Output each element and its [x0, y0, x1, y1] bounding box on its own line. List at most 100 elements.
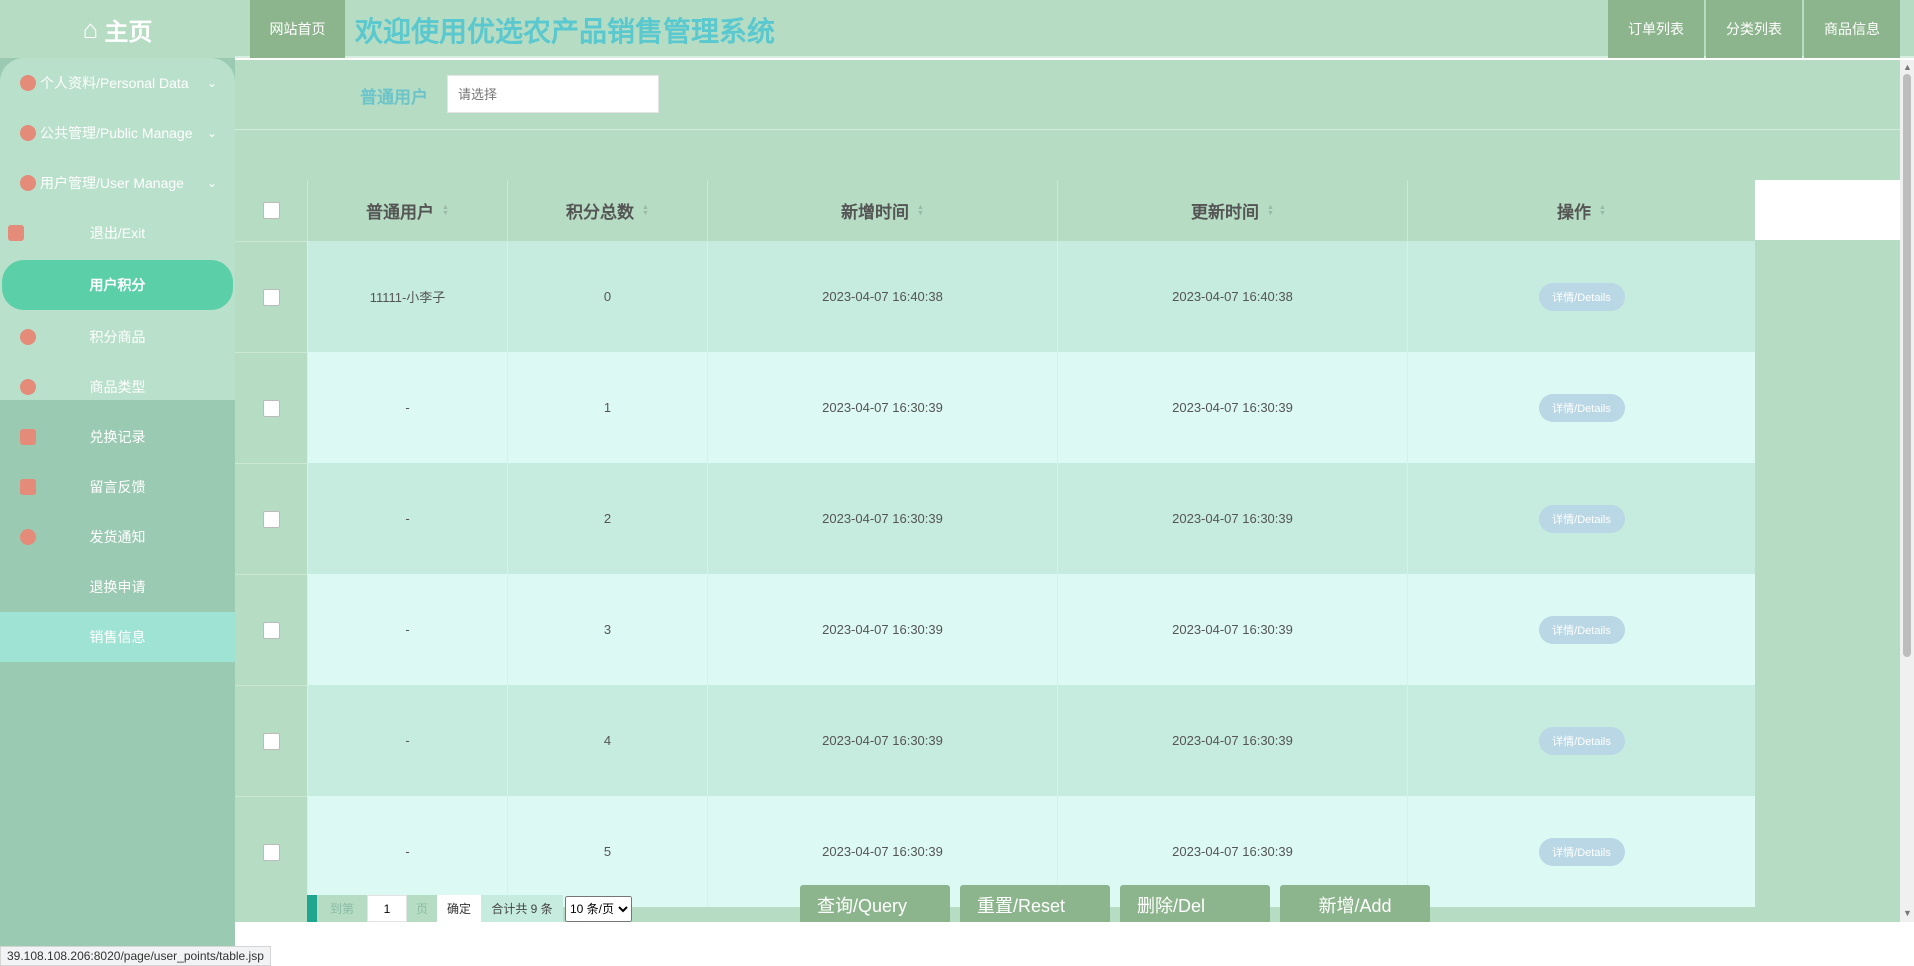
cell-points: 1: [507, 352, 707, 463]
row-checkbox[interactable]: [263, 844, 280, 861]
sidebar-item-label: 销售信息: [89, 629, 146, 645]
cell-created: 2023-04-07 16:40:38: [707, 241, 1057, 352]
cell-user: -: [307, 352, 507, 463]
query-button[interactable]: 查询/Query: [800, 885, 950, 922]
sidebar-item-label: 兑换记录: [89, 429, 146, 445]
sidebar-item-exit[interactable]: 退出/Exit: [0, 208, 235, 258]
scroll-thumb[interactable]: [1903, 74, 1911, 657]
details-button[interactable]: 详情/Details: [1538, 615, 1625, 644]
row-checkbox[interactable]: [263, 400, 280, 417]
sort-icon[interactable]: ▲ ▼: [642, 204, 649, 217]
col-header-created[interactable]: 新增时间 ▲ ▼: [707, 180, 1057, 241]
sort-icon[interactable]: ▲ ▼: [917, 204, 924, 217]
page-unit-label: 页: [407, 895, 437, 922]
col-header-actions[interactable]: 操作 ▲ ▼: [1407, 180, 1755, 241]
row-checkbox[interactable]: [263, 622, 280, 639]
row-check-cell: [235, 352, 307, 463]
cell-actions: 详情/Details: [1407, 796, 1755, 907]
cell-actions: 详情/Details: [1407, 352, 1755, 463]
row-check-cell: [235, 685, 307, 796]
app-title: 欢迎使用优选农产品销售管理系统: [355, 16, 776, 47]
header-check-cell: [235, 180, 307, 241]
sidebar-home[interactable]: ⌂ 主页: [0, 0, 235, 58]
cell-points: 2: [507, 463, 707, 574]
page-number-input[interactable]: [367, 895, 407, 922]
users-icon: [20, 175, 36, 191]
pager-accent: [307, 895, 317, 922]
sort-icon[interactable]: ▲ ▼: [1267, 204, 1274, 217]
sidebar-item-feedback[interactable]: 留言反馈: [0, 462, 235, 512]
row-check-cell: [235, 574, 307, 685]
page-size-select[interactable]: 10 条/页: [565, 895, 632, 922]
row-check-cell: [235, 463, 307, 574]
details-button[interactable]: 详情/Details: [1538, 282, 1625, 311]
cell-updated: 2023-04-07 16:40:38: [1057, 241, 1407, 352]
search-bar: 普通用户: [235, 60, 1900, 130]
chevron-down-icon: ⌄: [206, 76, 217, 90]
vertical-scrollbar[interactable]: ▲ ▼: [1900, 60, 1914, 922]
flag-icon: [20, 75, 36, 91]
details-button[interactable]: 详情/Details: [1538, 837, 1625, 866]
sidebar: ⌂ 主页 个人资料/Personal Data ⌄ 公共管理/Public Ma…: [0, 0, 235, 946]
total-count: 合计共 9 条: [481, 895, 563, 922]
col-header-label: 操作: [1557, 203, 1592, 222]
cell-updated: 2023-04-07 16:30:39: [1057, 574, 1407, 685]
top-right-nav: 订单列表 分类列表 商品信息: [1608, 0, 1900, 58]
top-bar: 网站首页 欢迎使用优选农产品销售管理系统 订单列表 分类列表 商品信息: [235, 0, 1914, 58]
row-checkbox[interactable]: [263, 289, 280, 306]
col-header-points[interactable]: 积分总数 ▲ ▼: [507, 180, 707, 241]
sidebar-item-label: 退换申请: [89, 579, 146, 595]
cell-actions: 详情/Details: [1407, 685, 1755, 796]
col-header-user[interactable]: 普通用户 ▲ ▼: [307, 180, 507, 241]
details-button[interactable]: 详情/Details: [1538, 504, 1625, 533]
cell-user: 11111-小李子: [307, 241, 507, 352]
goods-info-button[interactable]: 商品信息: [1804, 0, 1900, 58]
cell-actions: 详情/Details: [1407, 574, 1755, 685]
sidebar-item-personal-data[interactable]: 个人资料/Personal Data ⌄: [0, 58, 235, 108]
site-home-button[interactable]: 网站首页: [250, 0, 345, 58]
details-button[interactable]: 详情/Details: [1538, 726, 1625, 755]
row-checkbox[interactable]: [263, 511, 280, 528]
row-checkbox[interactable]: [263, 733, 280, 750]
home-icon: ⌂: [82, 13, 99, 44]
order-list-button[interactable]: 订单列表: [1608, 0, 1704, 58]
cell-created: 2023-04-07 16:30:39: [707, 352, 1057, 463]
cell-user: -: [307, 574, 507, 685]
sort-icon[interactable]: ▲ ▼: [442, 204, 449, 217]
scroll-down-icon[interactable]: ▼: [1903, 908, 1912, 918]
cell-created: 2023-04-07 16:30:39: [707, 685, 1057, 796]
cell-created: 2023-04-07 16:30:39: [707, 463, 1057, 574]
user-select-input[interactable]: [447, 75, 659, 113]
add-button[interactable]: 新增/Add: [1280, 885, 1430, 922]
col-header-label: 更新时间: [1191, 203, 1260, 222]
main-content: 普通用户 普通用户 ▲▼ 积分总数 ▲▼ 新增时间 ▲▼ 更新时间 ▲▼: [235, 60, 1900, 922]
cell-user: -: [307, 463, 507, 574]
sidebar-item-return-request[interactable]: 退换申请: [0, 562, 235, 612]
sidebar-item-sales-info[interactable]: 销售信息: [0, 612, 235, 662]
sidebar-item-public-manage[interactable]: 公共管理/Public Manage ⌄: [0, 108, 235, 158]
col-header-label: 新增时间: [841, 203, 910, 222]
category-list-button[interactable]: 分类列表: [1706, 0, 1802, 58]
reset-button[interactable]: 重置/Reset: [960, 885, 1110, 922]
pagination: 到第 页 确定 合计共 9 条 10 条/页: [307, 895, 632, 922]
sort-icon[interactable]: ▲ ▼: [1599, 204, 1606, 217]
sidebar-item-label: 个人资料/Personal Data: [40, 75, 189, 91]
cell-points: 3: [507, 574, 707, 685]
scroll-up-icon[interactable]: ▲: [1903, 62, 1912, 72]
col-header-updated[interactable]: 更新时间 ▲ ▼: [1057, 180, 1407, 241]
delete-button[interactable]: 删除/Del: [1120, 885, 1270, 922]
sidebar-item-goods-type[interactable]: 商品类型: [0, 362, 235, 412]
sidebar-item-user-manage[interactable]: 用户管理/User Manage ⌄: [0, 158, 235, 208]
header-blank-area: [1755, 180, 1900, 240]
sidebar-item-label: 积分商品: [89, 329, 146, 345]
details-button[interactable]: 详情/Details: [1538, 393, 1625, 422]
sidebar-item-exchange-records[interactable]: 兑换记录: [0, 412, 235, 462]
sidebar-item-shipping-notice[interactable]: 发货通知: [0, 512, 235, 562]
confirm-page-button[interactable]: 确定: [437, 895, 481, 922]
sidebar-item-points-goods[interactable]: 积分商品: [0, 312, 235, 362]
sidebar-item-label: 发货通知: [89, 529, 146, 545]
row-check-cell: [235, 796, 307, 907]
chevron-down-icon: ⌄: [206, 176, 217, 190]
sidebar-item-user-points[interactable]: 用户积分: [2, 260, 233, 310]
select-all-checkbox[interactable]: [263, 202, 280, 219]
